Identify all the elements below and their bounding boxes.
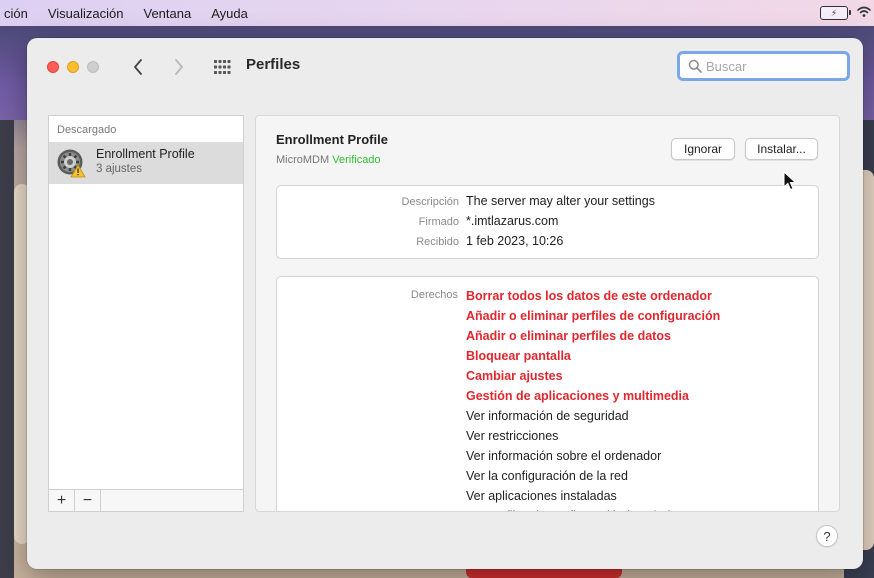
install-button[interactable]: Instalar...: [745, 138, 818, 160]
menu-item[interactable]: ción: [0, 6, 38, 21]
detail-value: The server may alter your settings: [466, 194, 655, 208]
detail-key: Firmado: [418, 216, 459, 228]
organization-name: MicroMDM: [276, 154, 330, 166]
show-all-grid-icon[interactable]: [213, 58, 231, 76]
back-button[interactable]: [127, 54, 149, 80]
detail-value: 1 feb 2023, 10:26: [466, 234, 564, 248]
help-button[interactable]: ?: [816, 525, 838, 547]
detail-value: *.imtlazarus.com: [466, 214, 559, 228]
background-left-edge: [0, 120, 14, 578]
right-item: Añadir o eliminar perfiles de datos: [466, 329, 671, 343]
battery-charging-icon[interactable]: ⚡: [820, 6, 851, 20]
right-item: Borrar todos los datos de este ordenador: [466, 289, 712, 303]
mouse-pointer-icon: [783, 171, 797, 191]
window-title: Perfiles: [246, 56, 301, 73]
profile-organization: MicroMDM Verificado: [276, 154, 381, 166]
search-field[interactable]: [677, 51, 850, 81]
profile-name: Enrollment Profile: [276, 132, 388, 147]
menu-item-visualizacion[interactable]: Visualización: [38, 6, 134, 21]
menu-bar: ción Visualización Ventana Ayuda ⚡: [0, 0, 874, 26]
rights-label: Derechos: [410, 289, 458, 301]
detail-row-description: Descripción The server may alter your se…: [277, 194, 820, 214]
right-item: Ver información sobre el ordenador: [466, 449, 662, 463]
detail-key: Descripción: [401, 196, 459, 208]
settings-gear-warning-icon: [57, 149, 86, 178]
profile-rights-box[interactable]: Derechos Borrar todos los datos de este …: [276, 276, 819, 511]
ignore-button[interactable]: Ignorar: [671, 138, 735, 160]
right-item: Ver aplicaciones instaladas: [466, 489, 617, 503]
right-item: Ver información de seguridad: [466, 409, 629, 423]
zoom-button[interactable]: [87, 61, 99, 73]
sidebar-section-title: Descargado: [57, 124, 117, 136]
detail-row-received: Recibido 1 feb 2023, 10:26: [277, 234, 820, 254]
sidebar-item-name: Enrollment Profile: [96, 147, 195, 161]
wifi-icon[interactable]: [856, 4, 872, 20]
menu-item-ventana[interactable]: Ventana: [134, 6, 202, 21]
rights-list: Borrar todos los datos de este ordenador…: [466, 286, 721, 511]
close-button[interactable]: [47, 61, 59, 73]
detail-row-signed: Firmado *.imtlazarus.com: [277, 214, 820, 234]
search-input[interactable]: [706, 58, 836, 74]
sidebar-item-enrollment-profile[interactable]: Enrollment Profile 3 ajustes: [49, 142, 243, 184]
search-icon: [688, 59, 702, 73]
right-item: Ver la configuración de la red: [466, 469, 628, 483]
right-item: Añadir o eliminar perfiles de configurac…: [466, 309, 721, 323]
profile-details-box: Descripción The server may alter your se…: [276, 185, 819, 259]
minimize-button[interactable]: [67, 61, 79, 73]
profiles-sidebar: Descargado Enrollment Profile 3 ajustes: [48, 115, 244, 512]
profile-detail-pane: Enrollment Profile MicroMDM Verificado I…: [255, 115, 840, 512]
profiles-window: Perfiles Descargado: [27, 38, 863, 569]
right-item: Cambiar ajustes: [466, 369, 563, 383]
forward-button[interactable]: [168, 54, 190, 80]
add-profile-button[interactable]: +: [49, 490, 75, 511]
verified-badge: Verificado: [332, 154, 381, 166]
menu-item-ayuda[interactable]: Ayuda: [201, 6, 258, 21]
right-item: Bloquear pantalla: [466, 349, 571, 363]
detail-key: Recibido: [416, 236, 459, 248]
right-item: Gestión de aplicaciones y multimedia: [466, 389, 689, 403]
title-bar: Perfiles: [27, 38, 863, 94]
right-item: Ver restricciones: [466, 429, 559, 443]
sidebar-footer: + −: [48, 489, 244, 512]
remove-profile-button[interactable]: −: [75, 490, 101, 511]
sidebar-item-subtitle: 3 ajustes: [96, 163, 143, 175]
chevron-left-icon: [134, 59, 142, 75]
chevron-right-icon: [175, 59, 183, 75]
right-item: Ver perfiles de configuración instalados: [466, 506, 720, 511]
